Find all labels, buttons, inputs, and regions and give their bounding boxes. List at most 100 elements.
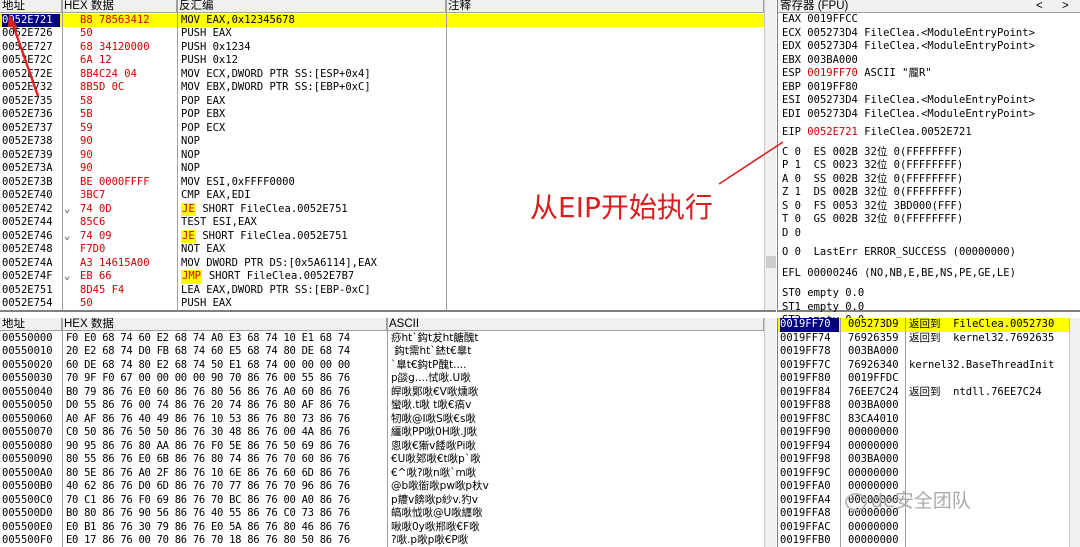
register-line[interactable]: ESP 0019FF70 ASCII "龎R" [782, 67, 932, 81]
disasm-row[interactable]: 0052E754 50 PUSH EAX [0, 297, 764, 310]
stack-info [909, 534, 1069, 547]
disasm-row[interactable]: 0052E748 F7D0 NOT EAX [0, 243, 764, 257]
dump-row[interactable]: 005500C0 70 C1 86 76 F0 69 86 76 70 BC 86… [0, 494, 764, 508]
dump-hex: E0 B1 86 76 30 79 86 76 E0 5A 86 76 80 4… [66, 520, 350, 533]
register-value[interactable]: 005273D4 [807, 40, 858, 52]
dump-row[interactable]: 00550020 60 DE 68 74 80 E2 68 74 50 E1 68… [0, 359, 764, 373]
dump-row[interactable]: 005500E0 E0 B1 86 76 30 79 86 76 E0 5A 86… [0, 521, 764, 535]
stack-row[interactable]: 0019FF98 003BA000 [778, 453, 1069, 467]
dump-header-hex[interactable]: HEX 数据 [62, 318, 387, 331]
stack-row[interactable]: 0019FFAC 00000000 [778, 521, 1069, 535]
stack-row[interactable]: 0019FF70 005273D9 返回到 FileClea.0052730 [778, 318, 1069, 332]
stack-row[interactable]: 0019FF88 003BA000 [778, 399, 1069, 413]
dump-row[interactable]: 00550040 B0 79 86 76 E0 60 86 76 80 56 86… [0, 386, 764, 400]
stack-row[interactable]: 0019FF80 0019FFDC [778, 372, 1069, 386]
dump-row[interactable]: 00550080 90 95 86 76 80 AA 86 76 F0 5E 86… [0, 440, 764, 454]
disasm-row[interactable]: 0052E751 8D45 F4 LEA EAX,DWORD PTR SS:[EBP… [0, 284, 764, 298]
disasm-row[interactable]: 0052E74F ⌄ EB 66 JMP SHORT FileClea.0052E7B… [0, 270, 764, 284]
chevron-right-icon[interactable]: > [1062, 0, 1069, 12]
register-line[interactable]: EBX 003BA000 [782, 54, 864, 68]
register-line[interactable]: ESI 005273D4 FileClea.<ModuleEntryPoint> [782, 94, 1035, 108]
stack-row[interactable]: 0019FF94 00000000 [778, 440, 1069, 454]
dump-row[interactable]: 00550070 C0 50 86 76 50 50 86 76 30 48 86… [0, 426, 764, 440]
disasm-row[interactable]: 0052E735 58 POP EAX [0, 95, 764, 109]
flag-line[interactable]: T 0 GS 002B 32位 0(FFFFFFFF) [782, 213, 963, 227]
flag-line[interactable]: O 0 LastErr ERROR_SUCCESS (00000000) [782, 246, 1016, 260]
dump-row[interactable]: 005500A0 80 5E 86 76 A0 2F 86 76 10 6E 86… [0, 467, 764, 481]
register-line[interactable]: EBP 0019FF80 [782, 81, 864, 95]
disasm-row[interactable]: 0052E721 B8 78563412 MOV EAX,0x12345678 [0, 13, 764, 27]
register-value[interactable]: 0019FFCC [807, 13, 858, 25]
stack-row[interactable]: 0019FF90 00000000 [778, 426, 1069, 440]
dump-row[interactable]: 00550060 A0 AF 86 76 40 49 86 76 10 53 86… [0, 413, 764, 427]
register-value[interactable]: 005273D4 [807, 27, 858, 39]
stack-row[interactable]: 0019FF8C 83CA4010 [778, 413, 1069, 427]
dump-header-ascii[interactable]: ASCII [387, 318, 764, 331]
dump-row[interactable]: 00550010 20 E2 68 74 D0 FB 68 74 60 E5 68… [0, 345, 764, 359]
disasm-header-asm[interactable]: 反汇编 [177, 0, 446, 13]
fpu-line[interactable]: ST1 empty 0.0 [782, 301, 864, 315]
disasm-row[interactable]: 0052E726 50 PUSH EAX [0, 27, 764, 41]
stack-row[interactable]: 0019FF78 003BA000 [778, 345, 1069, 359]
register-line[interactable]: EAX 0019FFCC [782, 13, 864, 27]
dump-row[interactable]: 005500D0 B0 80 86 76 90 56 86 76 40 55 86… [0, 507, 764, 521]
dump-row[interactable]: 00550030 70 9F F0 67 00 00 00 00 90 70 86… [0, 372, 764, 386]
dump-row[interactable]: 00550050 D0 55 86 76 00 74 86 76 20 74 86… [0, 399, 764, 413]
efl-line[interactable]: EFL 00000246 (NO,NB,E,BE,NS,PE,GE,LE) [782, 267, 1016, 281]
disasm-row[interactable]: 0052E732 8B5D 0C MOV EBX,DWORD PTR SS:[EBP… [0, 81, 764, 95]
register-name: ECX [782, 26, 801, 39]
register-line[interactable]: EDI 005273D4 FileClea.<ModuleEntryPoint> [782, 108, 1035, 122]
disasm-hex: 90 [80, 162, 93, 174]
stack-addr: 0019FF78 [780, 345, 831, 357]
stack-scrollbar[interactable] [1069, 318, 1080, 547]
dump-scrollbar[interactable] [764, 318, 776, 547]
flag-line[interactable]: A 0 SS 002B 32位 0(FFFFFFFF) [782, 173, 963, 187]
disasm-row[interactable]: 0052E739 90 NOP [0, 149, 764, 163]
disasm-row[interactable]: 0052E736 5B POP EBX [0, 108, 764, 122]
dump-row[interactable]: 005500F0 E0 17 86 76 00 70 86 76 70 18 86… [0, 534, 764, 547]
disasm-row[interactable]: 0052E738 90 NOP [0, 135, 764, 149]
flag-line[interactable]: P 1 CS 0023 32位 0(FFFFFFFF) [782, 159, 963, 173]
register-value[interactable]: 003BA000 [807, 54, 858, 66]
stack-row[interactable]: 0019FF7C 76926340 kernel32.BaseThreadInit [778, 359, 1069, 373]
chevron-left-icon[interactable]: < [1036, 0, 1043, 12]
register-value[interactable]: 0019FF70 [807, 67, 858, 79]
dump-row[interactable]: 005500B0 40 62 86 76 D0 6D 86 76 70 77 86… [0, 480, 764, 494]
disasm-row[interactable]: 0052E746 ⌄ 74 09 JE SHORT FileClea.0052E751 [0, 229, 764, 243]
register-line[interactable]: EDX 005273D4 FileClea.<ModuleEntryPoint> [782, 40, 1035, 54]
disasm-row[interactable]: 0052E73A 90 NOP [0, 162, 764, 176]
flag-line[interactable]: Z 1 DS 002B 32位 0(FFFFFFFF) [782, 186, 963, 200]
register-value[interactable]: 0052E721 [807, 126, 858, 138]
flag-line[interactable]: D 0 [782, 227, 801, 241]
disasm-header-comment[interactable]: 注释 [446, 0, 764, 13]
dump-header-addr[interactable]: 地址 [0, 318, 62, 331]
disasm-instruction: PUSH EAX [181, 297, 232, 309]
flag-line[interactable]: S 0 FS 0053 32位 3BD000(FFF) [782, 200, 963, 214]
register-line-eip[interactable]: EIP 0052E721 FileClea.0052E721 [782, 126, 972, 140]
dump-ascii: €U唙鄈唙€t唙p`唙 [391, 453, 481, 465]
register-value[interactable]: 005273D4 [807, 94, 858, 106]
disasm-scroll-thumb[interactable] [766, 256, 776, 268]
disasm-row[interactable]: 0052E74A A3 14615A00 MOV DWORD PTR DS:[0x5… [0, 257, 764, 271]
stack-row[interactable]: 0019FF84 76EE7C24 返回到 ntdll.76EE7C24 [778, 386, 1069, 400]
dump-row[interactable]: 00550000 F0 E0 68 74 60 E2 68 74 A0 E3 68… [0, 332, 764, 346]
stack-value: 00000000 [848, 520, 899, 533]
register-line[interactable]: ECX 005273D4 FileClea.<ModuleEntryPoint> [782, 27, 1035, 41]
registers-header[interactable]: 寄存器 (FPU) < > [778, 0, 1080, 13]
dump-ascii: `辠t€鈎tP醜t.... [391, 358, 467, 371]
disasm-row[interactable]: 0052E737 59 POP ECX [0, 122, 764, 136]
disasm-row[interactable]: 0052E72C 6A 12 PUSH 0x12 [0, 54, 764, 68]
disasm-row[interactable]: 0052E72E 8B4C24 04 MOV ECX,DWORD PTR SS:[E… [0, 68, 764, 82]
stack-row[interactable]: 0019FF74 76926359 返回到 kernel32.7692635 [778, 332, 1069, 346]
dump-hex: D0 55 86 76 00 74 86 76 20 74 86 76 80 A… [66, 399, 350, 411]
dump-row[interactable]: 00550090 80 55 86 76 E0 6B 86 76 80 74 86… [0, 453, 764, 467]
disasm-header-hex[interactable]: HEX 数据 [62, 0, 177, 13]
flag-line[interactable]: C 0 ES 002B 32位 0(FFFFFFFF) [782, 146, 963, 160]
stack-row[interactable]: 0019FFB0 00000000 [778, 534, 1069, 547]
stack-value: 00000000 [848, 439, 899, 452]
disasm-row[interactable]: 0052E727 68 34120000 PUSH 0x1234 [0, 41, 764, 55]
register-value[interactable]: 0019FF80 [807, 81, 858, 93]
register-value[interactable]: 005273D4 [807, 108, 858, 120]
fpu-line[interactable]: ST0 empty 0.0 [782, 287, 864, 301]
stack-row[interactable]: 0019FF9C 00000000 [778, 467, 1069, 481]
